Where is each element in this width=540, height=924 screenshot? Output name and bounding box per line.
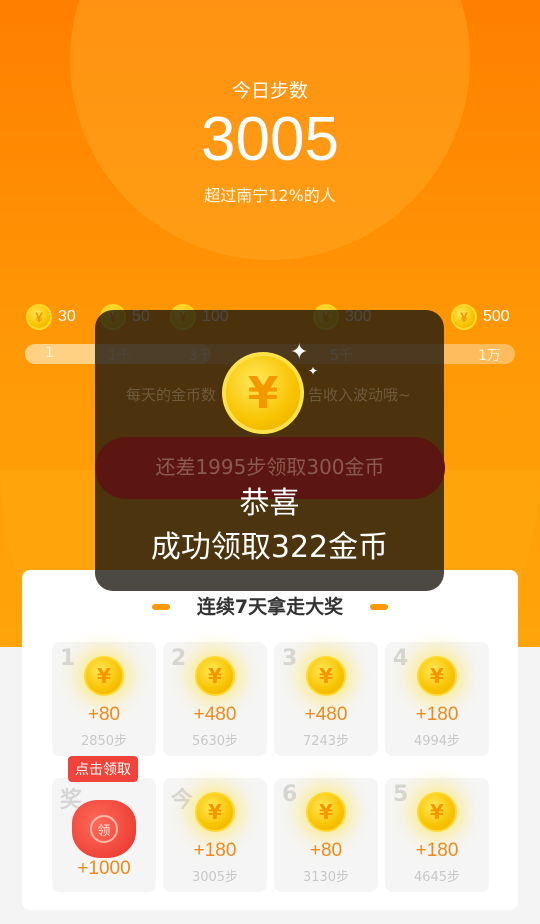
day-amount: +180	[193, 840, 237, 861]
coin-icon: ¥	[26, 304, 52, 330]
day-cell: 6 ¥ +80 3130步	[274, 778, 378, 892]
coin-note: 每天的金币数	[126, 386, 217, 404]
day-label: 3	[282, 646, 298, 671]
day-cell: 2 ¥ +480 5630步	[163, 642, 267, 756]
sparkle-icon: ✦	[290, 340, 309, 365]
day-steps: 5630步	[191, 734, 239, 749]
day-steps: 3005步	[191, 870, 239, 885]
day-amount: +180	[415, 840, 459, 861]
day-cell: 4 ¥ +180 4994步	[385, 642, 489, 756]
claim-tooltip[interactable]: 点击领取	[68, 756, 138, 782]
day-steps: 4645步	[413, 870, 461, 885]
day-amount: +180	[415, 704, 459, 725]
day-label: 4	[393, 646, 409, 671]
day-steps: 4994步	[413, 734, 461, 749]
red-bag-icon[interactable]: 领	[72, 800, 136, 858]
day-amount: +480	[304, 704, 348, 725]
day-steps: 7243步	[302, 734, 350, 749]
day-label: 5	[393, 782, 409, 807]
bag-label: 领	[90, 815, 118, 843]
day-cell: 今 ¥ +180 3005步	[163, 778, 267, 892]
coin-icon: ¥	[84, 656, 124, 696]
reward-amount: 500	[483, 308, 510, 325]
coin-icon: ¥	[417, 792, 457, 832]
progress-tick: 1	[45, 345, 54, 361]
coin-icon: ¥	[306, 792, 346, 832]
steps-title: 今日步数	[231, 80, 308, 102]
day-steps: 2850步	[80, 734, 128, 749]
dialog-title: 恭喜	[239, 486, 300, 521]
day-label: 2	[171, 646, 187, 671]
day-steps: 3130步	[302, 870, 350, 885]
dialog-message: 成功领取322金币	[150, 530, 389, 565]
steps-count: 3005	[201, 105, 339, 174]
day-cell: 5 ¥ +180 4645步	[385, 778, 489, 892]
reward-30[interactable]: ¥30	[26, 304, 76, 330]
prize-amount: +1000	[77, 858, 131, 879]
day-cell: 1 ¥ +80 2850步	[52, 642, 156, 756]
prize-cell[interactable]: 奖 领 +1000	[52, 778, 156, 892]
streak-title: 连续7天拿走大奖	[196, 596, 344, 618]
progress-tick: 1万	[478, 348, 501, 364]
coin-icon: ¥	[195, 792, 235, 832]
reward-amount: 30	[58, 308, 76, 325]
coin-icon: ¥	[306, 656, 346, 696]
coin-icon: ¥	[451, 304, 477, 330]
coin-icon: ¥	[195, 656, 235, 696]
day-amount: +80	[87, 704, 121, 725]
day-label: 6	[282, 782, 298, 807]
steps-rank: 超过南宁12%的人	[204, 186, 336, 205]
reward-500[interactable]: ¥500	[451, 304, 510, 330]
day-amount: +480	[193, 704, 237, 725]
day-amount: +80	[309, 840, 343, 861]
day-label: 今	[171, 788, 194, 813]
day-label: 1	[60, 646, 76, 671]
coin-note-rest: 告收入波动哦~	[308, 386, 411, 404]
day-cell: 3 ¥ +480 7243步	[274, 642, 378, 756]
sparkle-icon: ✦	[308, 364, 319, 378]
coin-icon: ¥	[417, 656, 457, 696]
